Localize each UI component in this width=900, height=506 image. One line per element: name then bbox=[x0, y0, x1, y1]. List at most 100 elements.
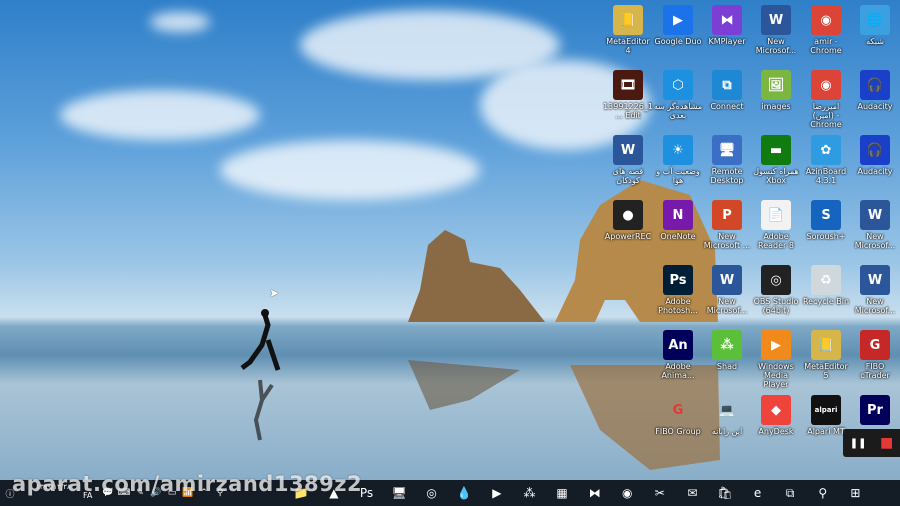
taskbar-edge-icon[interactable]: e bbox=[741, 480, 774, 506]
desktop-icon[interactable]: 📄 Adobe Reader 8 bbox=[751, 200, 801, 250]
desktop-icon[interactable]: ▶ Google Duo bbox=[653, 5, 703, 46]
app-icon: 🎧 bbox=[860, 70, 890, 100]
icon-label: amir - Chrome bbox=[810, 37, 842, 55]
desktop-icon[interactable]: 🎧 Audacity bbox=[850, 135, 900, 176]
app-icon: 💻 bbox=[718, 402, 736, 418]
icon-label: MetaEditor 4 bbox=[606, 37, 650, 55]
icon-label: KMPlayer bbox=[708, 37, 746, 46]
taskbar-start-icon[interactable]: ⊞ bbox=[839, 480, 872, 506]
app-icon: ◆ bbox=[761, 395, 791, 425]
app-icon: ⬡ bbox=[663, 70, 693, 100]
desktop-icon[interactable]: ✿ AzinBoard 4.3.1 bbox=[801, 135, 851, 185]
desktop-icon[interactable]: 🖼 images bbox=[751, 70, 801, 111]
icon-label: Adobe Anima... bbox=[661, 362, 695, 380]
taskbar-winrar-icon[interactable]: ▦ bbox=[546, 480, 579, 506]
desktop-icon[interactable]: 📒 MetaEditor 5 bbox=[801, 330, 851, 380]
desktop-icon[interactable]: 🌐 شبکه bbox=[850, 5, 900, 46]
icon-label: 13991226_1... Edit bbox=[603, 102, 653, 120]
desktop-icon[interactable]: S Soroush+ bbox=[801, 200, 851, 241]
desktop-icon[interactable]: An Adobe Anima... bbox=[653, 330, 703, 380]
desktop-icon[interactable]: ☀ وضعیت آب و هوا bbox=[653, 135, 703, 185]
app-icon: W bbox=[761, 5, 791, 35]
icon-label: ApowerREC bbox=[604, 232, 652, 241]
desktop-icon[interactable]: 💻 این رایانه bbox=[702, 395, 752, 437]
desktop-icon[interactable]: ⁂ Shad bbox=[702, 330, 752, 371]
icon-label: Audacity bbox=[857, 167, 893, 176]
icon-label: New Microsof... bbox=[854, 297, 896, 315]
taskbar-mail-icon[interactable]: ✉ bbox=[676, 480, 709, 506]
icon-label: MetaEditor 5 bbox=[804, 362, 848, 380]
icon-label: Audacity bbox=[857, 102, 893, 111]
app-icon: Ps bbox=[663, 265, 693, 295]
desktop-icon[interactable]: W New Microsof... bbox=[850, 200, 900, 250]
desktop-icon[interactable]: 📒 MetaEditor 4 bbox=[603, 5, 653, 55]
desktop-icon[interactable]: ● ApowerREC bbox=[603, 200, 653, 241]
icon-label: Connect bbox=[710, 102, 744, 111]
desktop-icon[interactable]: ▶ Windows Media Player bbox=[751, 330, 801, 389]
app-icon: P bbox=[712, 200, 742, 230]
desktop-icon[interactable]: ◉ امیررضا (امین) - Chrome bbox=[801, 70, 851, 129]
app-icon: N bbox=[663, 200, 693, 230]
desktop-icon[interactable]: ♻ Recycle Bin bbox=[801, 265, 851, 306]
icon-label: OBS Studio (64bit) bbox=[753, 297, 799, 315]
mouse-cursor: ➤ bbox=[269, 286, 280, 300]
app-icon: W bbox=[613, 135, 643, 165]
taskbar-chrome-icon[interactable]: ◉ bbox=[611, 480, 644, 506]
desktop-icon[interactable]: ▬ همراه کنسول Xbox bbox=[751, 135, 801, 185]
desktop-icon[interactable]: W New Microsof... bbox=[751, 5, 801, 55]
desktop-icon[interactable]: W New Microsof... bbox=[702, 265, 752, 315]
desktop-icon[interactable]: ⬡ مشاهده‌گر سه بعدی bbox=[653, 70, 703, 120]
desktop-icon[interactable]: ◎ OBS Studio (64bit) bbox=[751, 265, 801, 315]
desktop-icon[interactable]: W New Microsof... bbox=[850, 265, 900, 315]
taskbar-paint-icon[interactable]: 💧 bbox=[448, 480, 481, 506]
app-icon: 📄 bbox=[761, 200, 791, 230]
taskbar-task-view-icon[interactable]: ⧉ bbox=[774, 480, 807, 506]
taskbar-kmplayer-icon[interactable]: ⧓ bbox=[578, 480, 611, 506]
recorder-controls: ❚❚ ■ bbox=[843, 429, 900, 457]
app-icon: 🎞 bbox=[613, 70, 643, 100]
stop-button[interactable]: ■ bbox=[880, 435, 893, 451]
icon-label: Adobe Photosh... bbox=[658, 297, 698, 315]
app-icon: W bbox=[712, 265, 742, 295]
app-icon: ◉ bbox=[811, 70, 841, 100]
desktop-icon[interactable]: 🎧 Audacity bbox=[850, 70, 900, 111]
desktop-icon[interactable]: 🎞 13991226_1... Edit bbox=[603, 70, 653, 120]
app-icon: alpari bbox=[811, 395, 841, 425]
app-icon: ☀ bbox=[663, 135, 693, 165]
app-icon: ● bbox=[613, 200, 643, 230]
desktop-icon[interactable]: N OneNote bbox=[653, 200, 703, 241]
watermark: aparat.com/amirzand1389z2 bbox=[12, 472, 363, 496]
desktop-icon[interactable]: G FIBO Group bbox=[653, 395, 703, 437]
desktop-icon[interactable]: ⧉ Connect bbox=[702, 70, 752, 111]
desktop-icon[interactable]: ◉ amir - Chrome bbox=[801, 5, 851, 55]
app-icon: W bbox=[860, 265, 890, 295]
app-icon: 📒 bbox=[613, 5, 643, 35]
taskbar-connect-icon[interactable]: 🖥 bbox=[383, 480, 416, 506]
desktop-icon[interactable]: 🖥 Remote Desktop bbox=[702, 135, 752, 185]
desktop-icon[interactable]: Ps Adobe Photosh... bbox=[653, 265, 703, 315]
taskbar-shad-icon[interactable]: ⁂ bbox=[513, 480, 546, 506]
taskbar-duo-icon[interactable]: ▶ bbox=[481, 480, 514, 506]
icon-label: FIBO Group bbox=[655, 427, 701, 436]
icon-label: New Microsof... bbox=[706, 297, 748, 315]
icon-label: Shad bbox=[716, 362, 738, 371]
desktop-icon[interactable]: P New Microsoft ... bbox=[702, 200, 752, 250]
taskbar-store-icon[interactable]: 🛍 bbox=[709, 480, 742, 506]
desktop-icon[interactable]: Pr bbox=[850, 395, 900, 427]
taskbar-media-icon[interactable]: ◎ bbox=[415, 480, 448, 506]
icon-label: New Microsof... bbox=[854, 232, 896, 250]
app-icon: ⧓ bbox=[712, 5, 742, 35]
desktop-icon[interactable]: ⧓ KMPlayer bbox=[702, 5, 752, 46]
icon-label: FIBO cTrader bbox=[860, 362, 890, 380]
taskbar-snip-icon[interactable]: ✂ bbox=[644, 480, 677, 506]
icon-label: Remote Desktop bbox=[710, 167, 744, 185]
taskbar-search-icon[interactable]: ⚲ bbox=[807, 480, 840, 506]
app-icon: 🌐 bbox=[860, 5, 890, 35]
desktop-icon[interactable]: ◆ AnyDesk bbox=[751, 395, 801, 436]
app-icon: An bbox=[663, 330, 693, 360]
app-icon: 📒 bbox=[811, 330, 841, 360]
desktop-icon[interactable]: G FIBO cTrader bbox=[850, 330, 900, 380]
icon-label: AzinBoard 4.3.1 bbox=[805, 167, 847, 185]
desktop-icon[interactable]: W قصه های کودکان bbox=[603, 135, 653, 185]
pause-button[interactable]: ❚❚ bbox=[850, 438, 867, 449]
